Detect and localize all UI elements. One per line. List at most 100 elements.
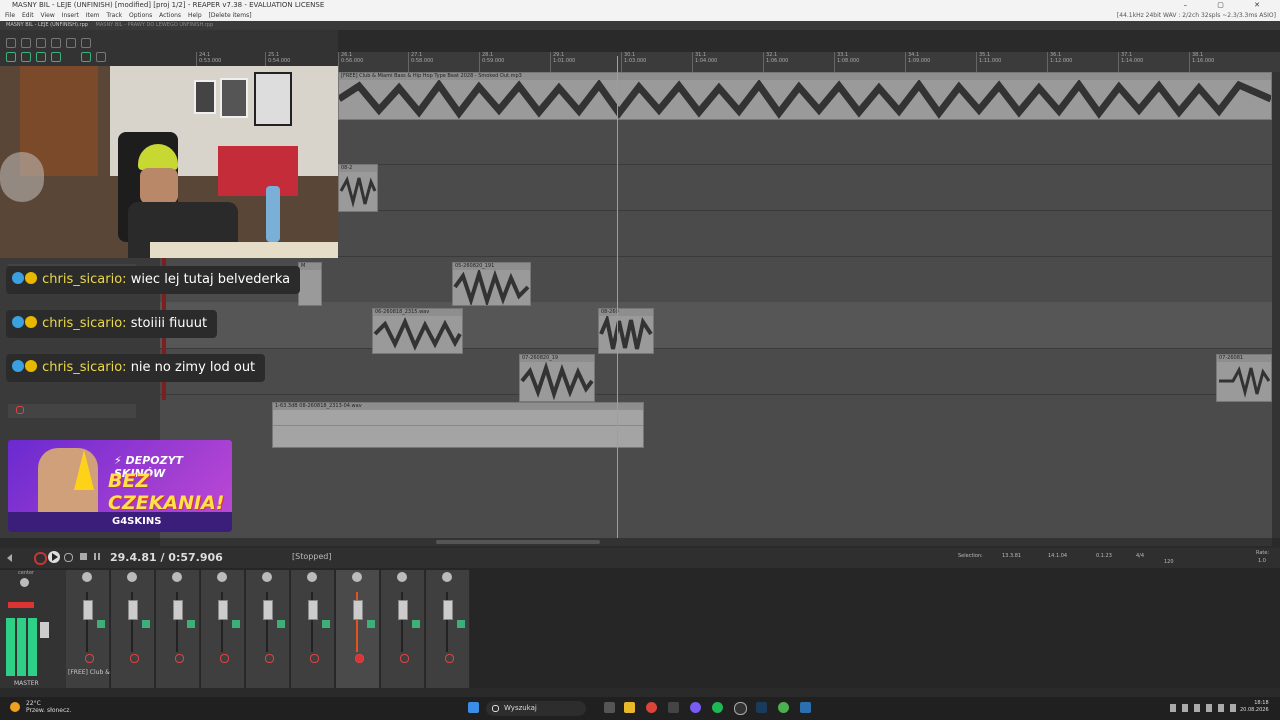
menu-view[interactable]: View — [41, 12, 55, 19]
weather-widget[interactable]: 22°C Przew. słonecz. — [26, 700, 71, 714]
menu-file[interactable]: File — [5, 12, 15, 19]
project-tab-1[interactable]: MASNY BIL - LEJE (UNFINISH).rpp — [6, 22, 88, 28]
chat-username[interactable]: chris_sicario: — [42, 360, 126, 375]
reaper-icon[interactable] — [800, 702, 811, 713]
media-item-vocal-3[interactable]: 06-260818_2315.wav — [372, 308, 463, 354]
promo-banner[interactable]: ⚡ DEPOZYT SKINÓW BEZ CZEKANIA! G4SKINS — [8, 440, 232, 532]
waveform — [599, 316, 653, 350]
time-signature[interactable]: 4/4 — [1136, 553, 1144, 559]
menu-help[interactable]: Help — [188, 12, 202, 19]
sword-badge-icon — [12, 316, 24, 328]
webcam-shelf — [218, 146, 298, 196]
group-icon[interactable] — [51, 52, 61, 62]
media-item-vocal-6[interactable]: 07-26081 — [1216, 354, 1272, 402]
messenger-icon[interactable] — [690, 702, 701, 713]
chat-text: stoiiii fiuuut — [130, 316, 208, 331]
media-item-beat[interactable]: [FREE] Club & Miami Bass & Hip Hop Type … — [338, 72, 1272, 120]
chrome-alt-icon[interactable] — [778, 702, 789, 713]
file-explorer-icon[interactable] — [624, 702, 635, 713]
menu-insert[interactable]: Insert — [62, 12, 79, 19]
task-view-icon[interactable] — [604, 702, 615, 713]
media-item-vocal-1[interactable]: 08-2 — [338, 164, 378, 212]
webcam-poster — [194, 80, 216, 114]
menu-item[interactable]: Item — [86, 12, 100, 19]
settings-icon[interactable] — [51, 38, 61, 48]
redo-icon[interactable] — [81, 38, 91, 48]
master-pan-knob[interactable] — [20, 578, 29, 587]
chrome-icon[interactable] — [646, 702, 657, 713]
media-item-vocal-2[interactable]: 05-260820_191 — [452, 262, 531, 306]
weather-icon[interactable] — [10, 702, 20, 712]
mixer-strip[interactable] — [156, 570, 200, 688]
horizontal-scroll-thumb[interactable] — [436, 540, 600, 544]
chat-username[interactable]: chris_sicario: — [42, 316, 126, 331]
playhead-cursor[interactable] — [617, 56, 618, 540]
media-item-vocal-5[interactable]: 07-260820_19 — [519, 354, 595, 402]
taskbar-search[interactable]: Wyszukaj — [486, 701, 586, 716]
webcam-overlay — [0, 66, 338, 258]
webcam-fan — [0, 152, 44, 202]
time-display[interactable]: 29.4.81 / 0:57.906 — [110, 551, 223, 564]
media-item-vocal-7[interactable]: 1-63.3dB 08-260818_2313-04.wav — [272, 402, 644, 448]
chat-message: chris_sicario: nie no zimy lod out — [6, 354, 266, 382]
master-fader[interactable] — [40, 622, 49, 638]
track-lane-5[interactable] — [160, 256, 1272, 303]
open-project-icon[interactable] — [21, 38, 31, 48]
steam-icon[interactable] — [756, 702, 767, 713]
ripple-icon[interactable] — [36, 52, 46, 62]
menu-edit[interactable]: Edit — [22, 12, 34, 19]
vertical-scrollbar[interactable] — [1272, 72, 1280, 538]
record-button[interactable] — [34, 552, 47, 565]
go-start-icon[interactable] — [7, 554, 12, 562]
selection-end[interactable]: 14.1.04 — [1048, 553, 1067, 559]
ruler-mark: 29.1 1:01.000 — [550, 52, 575, 72]
app-icon[interactable] — [668, 702, 679, 713]
ruler-mark: 32.1 1:06.000 — [763, 52, 788, 72]
mixer-strip[interactable] — [291, 570, 335, 688]
selection-start[interactable]: 13.3.81 — [1002, 553, 1021, 559]
obs-icon[interactable] — [734, 702, 747, 715]
menu-actions[interactable]: Actions — [159, 12, 181, 19]
undo-icon[interactable] — [66, 38, 76, 48]
ruler-mark: 35.1 1:11.000 — [976, 52, 1001, 72]
ruler-mark: 31.1 1:04.000 — [692, 52, 717, 72]
lock-icon[interactable] — [96, 52, 106, 62]
save-project-icon[interactable] — [36, 38, 46, 48]
system-tray-icons[interactable] — [1170, 704, 1236, 712]
loop-icon[interactable] — [64, 553, 73, 562]
mixer-strip[interactable] — [111, 570, 155, 688]
ruler-mark: 30.1 1:03.000 — [621, 52, 646, 72]
mixer-strip[interactable] — [381, 570, 425, 688]
pause-button[interactable] — [94, 553, 96, 560]
snap-icon[interactable] — [21, 52, 31, 62]
tempo-bpm[interactable]: 120 — [1164, 559, 1174, 565]
stop-button[interactable] — [80, 553, 87, 560]
spotify-icon[interactable] — [712, 702, 723, 713]
media-item-small[interactable]: M — [298, 262, 322, 306]
track-header[interactable] — [8, 404, 136, 418]
media-item-vocal-4[interactable]: 08-260 — [598, 308, 654, 354]
mixer-strip[interactable] — [426, 570, 470, 688]
track-lane-7[interactable] — [160, 348, 1272, 395]
timeline-ruler[interactable]: 24.1 0:53.000 25.1 0:54.000 26.1 0:56.000 2… — [196, 52, 1280, 73]
chat-username[interactable]: chris_sicario: — [42, 272, 126, 287]
selection-length[interactable]: 0.1.23 — [1096, 553, 1112, 559]
ruler-mark: 37.1 1:14.000 — [1118, 52, 1143, 72]
mixer-strip[interactable] — [201, 570, 245, 688]
master-strip[interactable]: center — [0, 570, 66, 688]
record-arm-icon[interactable] — [16, 406, 24, 414]
loop-icon[interactable] — [81, 52, 91, 62]
window-controls[interactable]: – ▢ ✕ — [1184, 0, 1274, 11]
grid-icon[interactable] — [6, 52, 16, 62]
menu-options[interactable]: Options — [129, 12, 152, 19]
mixer-strip[interactable] — [246, 570, 290, 688]
new-project-icon[interactable] — [6, 38, 16, 48]
windows-start-icon[interactable] — [468, 702, 479, 713]
menu-track[interactable]: Track — [106, 12, 122, 19]
taskbar-clock[interactable]: 18:18 20.08.2026 — [1240, 700, 1269, 714]
track-lane-6[interactable] — [160, 302, 1272, 349]
rate-value[interactable]: 1.0 — [1258, 558, 1266, 564]
horizontal-scrollbar[interactable] — [160, 538, 1272, 546]
project-tab-2[interactable]: MASNY BIL - PRAWY DO LEWEGO UNFINISH.rpp — [96, 22, 214, 28]
mixer-strip-selected[interactable] — [336, 570, 380, 688]
